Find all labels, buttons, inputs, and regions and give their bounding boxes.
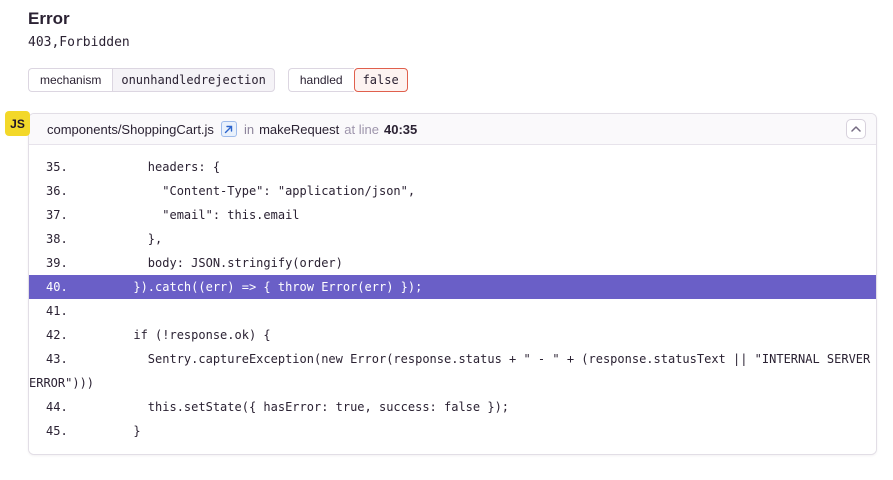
code-line: 43. Sentry.captureException(new Error(re…	[29, 347, 876, 395]
javascript-platform-icon: JS	[5, 111, 30, 136]
line-code: "Content-Type": "application/json",	[90, 184, 415, 198]
line-code: }).catch((err) => { throw Error(err) });	[90, 280, 422, 294]
code-line: 38. },	[29, 227, 876, 251]
error-message: 403,Forbidden	[0, 29, 893, 51]
line-number: 38.	[29, 227, 90, 251]
code-line: 45. }	[29, 419, 876, 443]
code-line: 41.	[29, 299, 876, 323]
code-line: 39. body: JSON.stringify(order)	[29, 251, 876, 275]
tag-key: mechanism	[28, 68, 112, 92]
external-link-icon[interactable]	[221, 121, 237, 137]
collapse-frame-button[interactable]	[846, 119, 866, 139]
line-number: 42.	[29, 323, 90, 347]
line-code: Sentry.captureException(new Error(respon…	[29, 352, 877, 390]
line-code: },	[90, 232, 162, 246]
line-code: this.setState({ hasError: true, success:…	[90, 400, 509, 414]
code-block: 35. headers: {36. "Content-Type": "appli…	[29, 145, 876, 454]
code-line-highlighted: 40. }).catch((err) => { throw Error(err)…	[29, 275, 876, 299]
code-line: 44. this.setState({ hasError: true, succ…	[29, 395, 876, 419]
function-name: makeRequest	[259, 122, 339, 137]
line-column-position: 40:35	[384, 122, 417, 137]
tag-key: handled	[288, 68, 354, 92]
in-label: in	[244, 122, 254, 137]
tag-value: false	[354, 68, 408, 92]
line-number: 37.	[29, 203, 90, 227]
line-number: 41.	[29, 299, 90, 323]
frame-card: components/ShoppingCart.js in makeReques…	[28, 113, 877, 455]
line-number: 43.	[29, 347, 90, 371]
code-line: 35. headers: {	[29, 155, 876, 179]
stack-frame: JS components/ShoppingCart.js in makeReq…	[28, 113, 877, 455]
line-number: 44.	[29, 395, 90, 419]
code-line: 36. "Content-Type": "application/json",	[29, 179, 876, 203]
line-code: "email": this.email	[90, 208, 300, 222]
line-code: headers: {	[90, 160, 220, 174]
tag-pill[interactable]: handledfalse	[288, 68, 408, 92]
line-number: 40.	[29, 275, 90, 299]
at-line-label: at line	[344, 122, 379, 137]
tag-pill[interactable]: mechanismonunhandledrejection	[28, 68, 275, 92]
line-code: body: JSON.stringify(order)	[90, 256, 343, 270]
frame-header[interactable]: components/ShoppingCart.js in makeReques…	[29, 114, 876, 145]
code-line: 42. if (!response.ok) {	[29, 323, 876, 347]
line-code: if (!response.ok) {	[90, 328, 271, 342]
chevron-up-icon	[851, 126, 861, 132]
line-code: }	[90, 424, 141, 438]
page-title: Error	[0, 0, 893, 29]
line-number: 39.	[29, 251, 90, 275]
frame-filename[interactable]: components/ShoppingCart.js	[47, 122, 214, 137]
tags: mechanismonunhandledrejection handledfals…	[28, 68, 893, 92]
code-line: 37. "email": this.email	[29, 203, 876, 227]
line-number: 45.	[29, 419, 90, 443]
tag-value: onunhandledrejection	[112, 68, 275, 92]
line-number: 36.	[29, 179, 90, 203]
line-number: 35.	[29, 155, 90, 179]
